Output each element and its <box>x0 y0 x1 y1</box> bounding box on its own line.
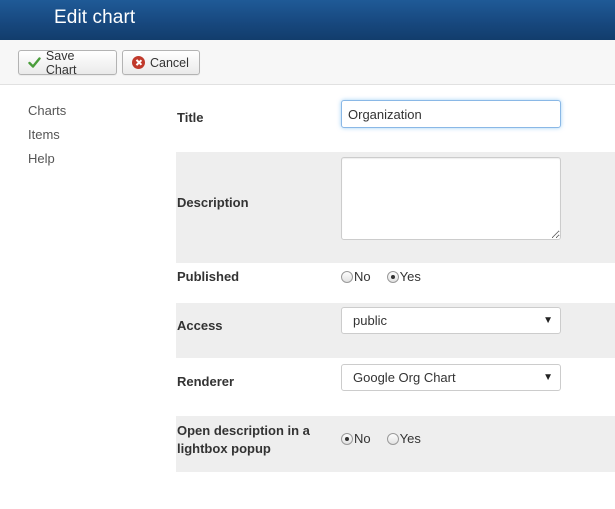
published-yes-label: Yes <box>399 269 421 284</box>
description-textarea[interactable] <box>341 157 561 240</box>
renderer-row: Renderer Google Org Chart ▼ <box>176 358 615 416</box>
cancel-button[interactable]: Cancel <box>122 50 200 75</box>
published-no-option[interactable]: No <box>341 269 371 284</box>
lightbox-radio-group: No Yes <box>341 431 437 446</box>
page-title: Edit chart <box>54 7 136 28</box>
lightbox-label: Open description in a lightbox popup <box>177 423 310 456</box>
sidebar-item-help[interactable]: Help <box>28 147 66 171</box>
cancel-label: Cancel <box>150 55 189 70</box>
sidebar: Charts Items Help <box>28 99 66 171</box>
save-chart-label: Save Chart <box>45 48 77 77</box>
access-selected-value: public <box>353 313 387 328</box>
chevron-down-icon: ▼ <box>543 372 553 383</box>
app-header: Edit chart <box>0 0 615 40</box>
save-chart-button[interactable]: Save Chart <box>18 48 117 77</box>
published-label: Published <box>177 269 240 284</box>
title-input[interactable] <box>341 100 561 128</box>
published-yes-radio[interactable] <box>386 270 399 283</box>
lightbox-row: Open description in a lightbox popup No … <box>176 416 615 472</box>
access-row: Access public ▼ <box>176 303 615 358</box>
published-row: Published No Yes <box>176 263 615 303</box>
lightbox-no-label: No <box>354 431 371 446</box>
description-label: Description <box>177 195 249 210</box>
description-row: Description <box>176 152 615 263</box>
sidebar-item-items[interactable]: Items <box>28 123 66 147</box>
lightbox-no-radio[interactable] <box>341 432 353 445</box>
renderer-selected-value: Google Org Chart <box>353 370 456 385</box>
access-select[interactable]: public ▼ <box>341 307 561 334</box>
lightbox-yes-radio[interactable] <box>386 432 399 445</box>
check-icon <box>28 56 41 69</box>
access-label: Access <box>177 318 223 333</box>
renderer-label: Renderer <box>177 374 235 389</box>
lightbox-yes-option[interactable]: Yes <box>386 431 421 446</box>
chevron-down-icon: ▼ <box>543 315 553 326</box>
title-row: Title <box>176 91 615 145</box>
lightbox-no-option[interactable]: No <box>341 431 371 446</box>
published-yes-option[interactable]: Yes <box>386 269 421 284</box>
toolbar: Save Chart Cancel <box>0 40 615 85</box>
lightbox-yes-label: Yes <box>399 431 421 446</box>
title-label: Title <box>177 110 204 125</box>
published-no-radio[interactable] <box>341 270 353 283</box>
renderer-select[interactable]: Google Org Chart ▼ <box>341 364 561 391</box>
cancel-icon <box>132 56 145 69</box>
sidebar-item-charts[interactable]: Charts <box>28 99 66 123</box>
published-no-label: No <box>354 269 371 284</box>
published-radio-group: No Yes <box>341 269 437 284</box>
